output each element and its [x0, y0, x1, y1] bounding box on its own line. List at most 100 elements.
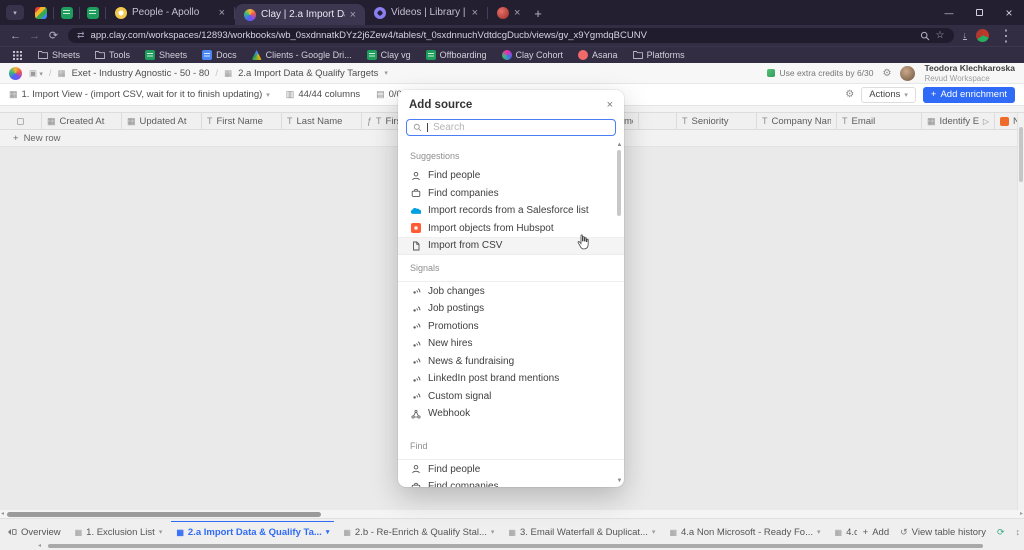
folder-icon[interactable]: ▣ ▾: [29, 68, 43, 79]
breadcrumb-workbook[interactable]: Exet - Industry Agnostic - 50 - 80: [72, 68, 210, 79]
find-item-find-companies-clipped[interactable]: Find companies: [398, 478, 624, 487]
signal-item-promotions[interactable]: Promotions: [398, 318, 624, 336]
overview-button[interactable]: Overview: [7, 527, 61, 538]
scrollbar-thumb[interactable]: [617, 150, 621, 216]
tab-search-button[interactable]: ▾: [6, 5, 24, 20]
close-tab-icon[interactable]: ×: [350, 9, 356, 21]
signal-item-linkedin-mentions[interactable]: LinkedIn post brand mentions: [398, 370, 624, 388]
zoom-page-icon[interactable]: [920, 31, 930, 41]
modal-scrollbar[interactable]: ▲ ▼: [615, 142, 623, 484]
actions-button[interactable]: Actions ▾: [861, 86, 916, 103]
add-table-button[interactable]: + Add: [863, 527, 889, 538]
select-all-cell[interactable]: [0, 113, 42, 129]
bookmark-clay-cohort[interactable]: Clay Cohort: [501, 50, 563, 60]
new-tab-button[interactable]: +: [526, 6, 550, 21]
source-item-salesforce[interactable]: Import records from a Salesforce list: [398, 202, 624, 220]
find-item-find-people[interactable]: Find people: [398, 461, 624, 479]
bookmark-asana[interactable]: Asana: [578, 50, 618, 60]
user-info[interactable]: Teodora Klechkaroska Revud Workspace: [924, 63, 1015, 84]
sheet-tab-email-waterfall[interactable]: ▦ 3. Email Waterfall & Duplicat... ▾: [508, 527, 655, 538]
sheet-tab-non-microsoft[interactable]: ▦ 4.a Non Microsoft - Ready Fo... ▾: [669, 527, 820, 538]
pinned-tab-1[interactable]: [28, 0, 53, 25]
columns-button[interactable]: ▥ 44/44 columns: [286, 89, 360, 100]
scroll-right-icon[interactable]: ▸: [1020, 510, 1023, 518]
sheet-tab-import-data-active[interactable]: ▦ 2.a Import Data & Qualify Ta... ▾: [171, 521, 335, 538]
user-avatar[interactable]: [900, 65, 916, 81]
resize-icon[interactable]: ↕: [1016, 527, 1021, 537]
tab-loom[interactable]: Videos | Library | Loom ×: [365, 0, 487, 25]
bookmark-clay-vg[interactable]: Clay vg: [366, 50, 411, 60]
signal-item-job-changes[interactable]: Job changes: [398, 283, 624, 301]
bookmark-drive[interactable]: Clients - Google Dri...: [251, 50, 352, 60]
bookmark-sheets[interactable]: Sheets: [145, 50, 187, 60]
credits-badge[interactable]: Use extra credits by 6/30: [767, 68, 873, 78]
signal-item-new-hires[interactable]: New hires: [398, 335, 624, 353]
column-header-updated-at[interactable]: ▦ Updated At: [122, 113, 202, 129]
view-selector[interactable]: ▦ 1. Import View - (import CSV, wait for …: [9, 89, 270, 100]
minimize-button[interactable]: —: [934, 0, 964, 25]
bookmark-offboarding[interactable]: Offboarding: [425, 50, 487, 60]
breadcrumb-table[interactable]: 2.a Import Data & Qualify Targets: [238, 68, 378, 79]
address-bar[interactable]: ⇄ app.clay.com/workspaces/12893/workbook…: [68, 28, 954, 43]
table-horizontal-scrollbar[interactable]: ◂ ▸: [0, 510, 1024, 518]
add-enrichment-button[interactable]: + Add enrichment: [922, 86, 1015, 103]
menu-kebab-icon[interactable]: ⋮: [998, 26, 1014, 46]
column-header-narrow[interactable]: [639, 113, 677, 129]
bookmark-folder-sheets[interactable]: Sheets: [38, 50, 80, 60]
profile-avatar[interactable]: [976, 29, 989, 42]
refresh-icon[interactable]: ⟳: [997, 527, 1005, 538]
sheet-tab-re-enrich[interactable]: ▦ 2.b - Re-Enrich & Qualify Stal... ▾: [343, 527, 494, 538]
column-header-first-name[interactable]: T First Name: [202, 113, 282, 129]
site-info-icon[interactable]: ⇄: [77, 30, 85, 41]
view-table-history-button[interactable]: ↺ View table history: [900, 527, 986, 538]
tabs-scroll-left-icon[interactable]: ◂: [38, 543, 41, 549]
column-header-last-name[interactable]: T Last Name: [282, 113, 362, 129]
modal-search-input[interactable]: Search: [406, 119, 616, 136]
scroll-down-icon[interactable]: ▼: [617, 478, 623, 484]
close-tab-icon[interactable]: ×: [472, 7, 478, 19]
source-item-hubspot[interactable]: Import objects from Hubspot: [398, 220, 624, 238]
back-button[interactable]: ←: [6, 30, 25, 42]
bookmark-docs[interactable]: Docs: [202, 50, 237, 60]
close-window-button[interactable]: ×: [994, 0, 1024, 25]
pinned-tab-2[interactable]: [54, 0, 79, 25]
apps-grid-icon[interactable]: [12, 50, 23, 61]
sheet-tab-exclusion-list[interactable]: ▦ 1. Exclusion List ▾: [75, 527, 163, 538]
tab-clay-active[interactable]: Clay | 2.a Import Data & Quali ×: [235, 4, 365, 25]
scrollbar-thumb[interactable]: [48, 544, 983, 548]
scrollbar-thumb[interactable]: [7, 511, 321, 517]
source-item-import-csv[interactable]: Import from CSV: [398, 237, 624, 255]
bookmark-folder-platforms[interactable]: Platforms: [632, 50, 685, 60]
bookmark-star-icon[interactable]: ☆: [936, 30, 945, 41]
column-header-created-at[interactable]: ▦ Created At: [42, 113, 122, 129]
download-icon[interactable]: ↓: [962, 31, 967, 40]
scroll-left-icon[interactable]: ◂: [1, 510, 4, 518]
signal-item-webhook[interactable]: Webhook: [398, 405, 624, 423]
column-header-email[interactable]: T Email: [837, 113, 922, 129]
tabs-scrollbar[interactable]: [48, 544, 983, 548]
close-tab-icon[interactable]: ×: [514, 7, 520, 19]
column-header-identify-email-type[interactable]: ▦Identify Email Type a...▷: [922, 113, 995, 129]
close-icon[interactable]: ×: [607, 99, 613, 111]
gear-icon[interactable]: ⚙: [882, 68, 891, 79]
table-vertical-scrollbar[interactable]: [1017, 113, 1024, 510]
column-header-seniority[interactable]: T Seniority: [677, 113, 757, 129]
pinned-tab-3[interactable]: [80, 0, 105, 25]
clay-logo[interactable]: [9, 66, 22, 80]
settings-gear-icon[interactable]: ⚙: [845, 89, 854, 100]
maximize-button[interactable]: [964, 0, 994, 25]
bookmark-folder-tools[interactable]: Tools: [95, 50, 130, 60]
tab-people-apollo[interactable]: People - Apollo ×: [106, 0, 234, 25]
tab-mini[interactable]: ×: [488, 0, 526, 25]
signal-item-news-fundraising[interactable]: News & fundraising: [398, 353, 624, 371]
close-tab-icon[interactable]: ×: [219, 7, 225, 19]
run-column-icon[interactable]: ▷: [983, 117, 989, 126]
source-item-find-companies[interactable]: Find companies: [398, 185, 624, 203]
signal-item-custom-signal[interactable]: Custom signal: [398, 388, 624, 406]
reload-button[interactable]: ⟳: [44, 29, 63, 42]
column-header-company-name[interactable]: TCompany Name for E...: [757, 113, 837, 129]
forward-button[interactable]: →: [25, 30, 44, 42]
scrollbar-thumb[interactable]: [1019, 127, 1023, 182]
scroll-up-icon[interactable]: ▲: [617, 142, 623, 148]
signal-item-job-postings[interactable]: Job postings: [398, 300, 624, 318]
